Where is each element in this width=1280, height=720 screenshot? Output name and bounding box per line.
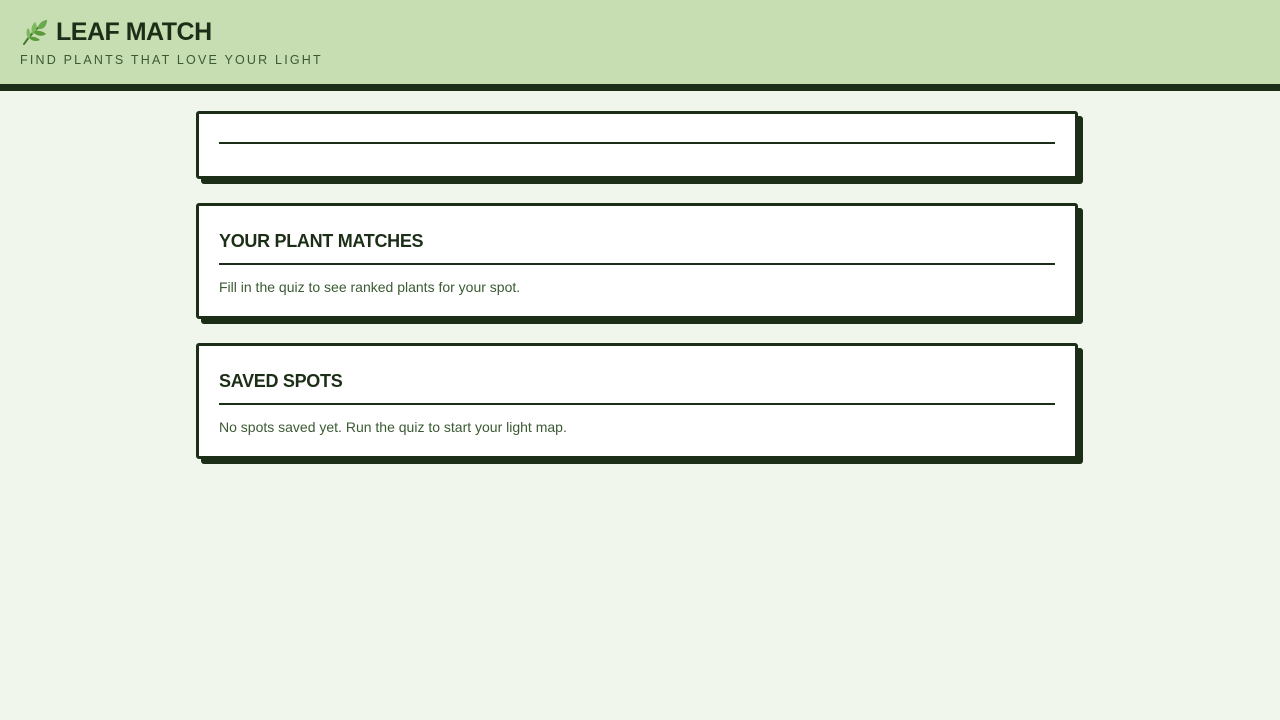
saved-spots-card: SAVED SPOTS No spots saved yet. Run the … [196,343,1078,459]
leaf-icon [20,17,50,47]
card-divider [219,403,1055,405]
plant-matches-empty-message: Fill in the quiz to see ranked plants fo… [219,279,521,295]
saved-spots-empty-message: No spots saved yet. Run the quiz to star… [219,419,567,435]
app-header: LEAF MATCH FIND PLANTS THAT LOVE YOUR LI… [0,0,1280,91]
card-divider [219,142,1055,144]
app-tagline: FIND PLANTS THAT LOVE YOUR LIGHT [20,53,323,67]
card-divider [219,263,1055,265]
app-title: LEAF MATCH [56,17,212,46]
quiz-card [196,111,1078,179]
plant-matches-title: YOUR PLANT MATCHES [219,231,424,251]
plant-matches-card: YOUR PLANT MATCHES Fill in the quiz to s… [196,203,1078,319]
brand: LEAF MATCH [20,14,212,50]
saved-spots-title: SAVED SPOTS [219,371,343,391]
